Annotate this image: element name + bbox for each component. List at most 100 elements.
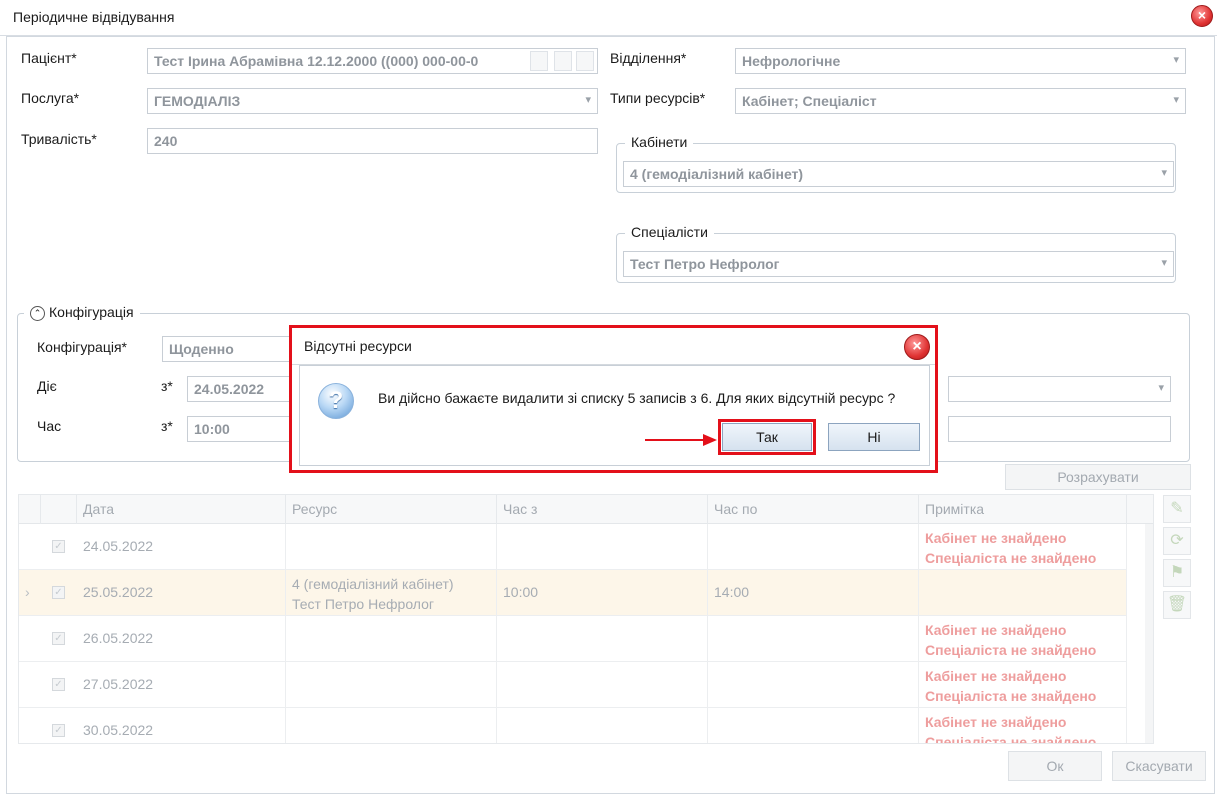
patient-new-icon[interactable] bbox=[576, 51, 594, 71]
grid-scrollbar[interactable] bbox=[1145, 524, 1153, 743]
grid-header-note[interactable]: Примітка bbox=[919, 495, 1127, 524]
row-note bbox=[919, 570, 1127, 616]
flag-icon[interactable]: ⚑ bbox=[1163, 559, 1191, 587]
pointer-arrow-icon bbox=[645, 434, 717, 446]
row-time-from bbox=[497, 616, 708, 662]
row-time-from: 10:00 bbox=[497, 570, 708, 616]
row-time-from bbox=[497, 708, 708, 743]
row-resource: 4 (гемодіалізний кабінет) Тест Петро Неф… bbox=[286, 570, 497, 616]
cabinets-value: 4 (гемодіалізний кабінет) bbox=[630, 166, 804, 182]
row-time-to bbox=[708, 662, 919, 708]
row-time-from bbox=[497, 662, 708, 708]
dialog-body: ? Ви дійсно бажаєте видалити зі списку 5… bbox=[299, 365, 930, 466]
specialists-field[interactable]: Тест Петро Нефролог bbox=[623, 251, 1174, 277]
table-row[interactable]: ✓ 30.05.2022 Кабінет не знайдено Спеціал… bbox=[19, 708, 1127, 744]
patient-card-icon[interactable] bbox=[530, 51, 548, 71]
date-from-value: 24.05.2022 bbox=[194, 381, 265, 397]
time-label: Час bbox=[37, 418, 62, 434]
ok-button[interactable]: Ок bbox=[1008, 751, 1102, 781]
table-row[interactable]: ✓ 27.05.2022 Кабінет не знайдено Спеціал… bbox=[19, 662, 1127, 708]
table-row-selected[interactable]: › ✓ 25.05.2022 4 (гемодіалізний кабінет)… bbox=[19, 570, 1127, 616]
config-legend[interactable]: ⌃ Конфігурація bbox=[24, 304, 140, 321]
specialists-value: Тест Петро Нефролог bbox=[630, 256, 780, 272]
specialists-legend: Спеціалісти bbox=[625, 224, 714, 240]
time-from-value: 10:00 bbox=[194, 421, 230, 437]
row-time-from bbox=[497, 524, 708, 570]
config-type-label: Конфігурація* bbox=[37, 339, 127, 355]
patient-edit-icon[interactable] bbox=[554, 51, 572, 71]
yes-button[interactable]: Так bbox=[722, 423, 812, 451]
duration-field[interactable]: 240 bbox=[147, 128, 598, 154]
row-note: Кабінет не знайдено Спеціаліста не знайд… bbox=[919, 708, 1127, 744]
note-specialist: Спеціаліста не знайдено bbox=[925, 550, 1097, 566]
row-resource bbox=[286, 616, 497, 662]
row-checkbox[interactable]: ✓ bbox=[52, 540, 65, 553]
note-cabinet: Кабінет не знайдено bbox=[925, 668, 1067, 684]
row-note: Кабінет не знайдено Спеціаліста не знайд… bbox=[919, 662, 1127, 708]
config-type-value: Щоденно bbox=[169, 341, 234, 357]
row-checkbox[interactable]: ✓ bbox=[52, 724, 65, 737]
row-resource bbox=[286, 708, 497, 743]
row-resource-specialist: Тест Петро Нефролог bbox=[292, 596, 435, 612]
date-from-field[interactable]: 24.05.2022 bbox=[187, 376, 302, 402]
time-from-label: з* bbox=[161, 418, 173, 434]
department-value: Нефрологічне bbox=[742, 53, 841, 69]
missing-resources-dialog: Відсутні ресурси × ? Ви дійсно бажаєте в… bbox=[289, 325, 938, 473]
row-resource-cabinet: 4 (гемодіалізний кабінет) bbox=[292, 576, 454, 592]
department-field[interactable]: Нефрологічне bbox=[735, 48, 1186, 74]
time-to-field[interactable] bbox=[948, 416, 1171, 442]
row-date: 30.05.2022 bbox=[77, 708, 286, 743]
note-specialist: Спеціаліста не знайдено bbox=[925, 734, 1097, 744]
table-row[interactable]: ✓ 26.05.2022 Кабінет не знайдено Спеціал… bbox=[19, 616, 1127, 662]
config-legend-label: Конфігурація bbox=[49, 304, 134, 320]
cancel-button[interactable]: Скасувати bbox=[1112, 751, 1206, 781]
row-checkbox[interactable]: ✓ bbox=[52, 586, 65, 599]
tools-icon[interactable]: ✎ bbox=[1163, 495, 1191, 523]
cabinets-legend: Кабінети bbox=[625, 134, 694, 150]
refresh-icon[interactable]: ⟳ bbox=[1163, 527, 1191, 555]
grid-header-resource[interactable]: Ресурс bbox=[286, 495, 497, 524]
collapse-icon[interactable]: ⌃ bbox=[30, 305, 45, 321]
row-note: Кабінет не знайдено Спеціаліста не знайд… bbox=[919, 616, 1127, 662]
dialog-close-icon[interactable]: × bbox=[904, 334, 930, 360]
grid-header-time-from[interactable]: Час з bbox=[497, 495, 708, 524]
department-label: Відділення* bbox=[610, 50, 687, 66]
table-row[interactable]: ✓ 24.05.2022 Кабінет не знайдено Спеціал… bbox=[19, 524, 1127, 570]
question-icon: ? bbox=[318, 383, 354, 419]
grid-header-time-to[interactable]: Час по bbox=[708, 495, 919, 524]
window-title: Періодичне відвідування bbox=[13, 9, 175, 25]
row-time-to bbox=[708, 708, 919, 743]
row-time-to bbox=[708, 616, 919, 662]
resource-types-field[interactable]: Кабінет; Спеціаліст bbox=[735, 88, 1186, 114]
date-to-field[interactable] bbox=[948, 376, 1171, 402]
trash-icon[interactable]: 🗑 bbox=[1163, 591, 1191, 619]
duration-label: Тривалість* bbox=[21, 131, 97, 147]
row-time-to bbox=[708, 524, 919, 570]
note-cabinet: Кабінет не знайдено bbox=[925, 530, 1067, 546]
cabinets-field[interactable]: 4 (гемодіалізний кабінет) bbox=[623, 161, 1174, 187]
resource-types-value: Кабінет; Спеціаліст bbox=[742, 93, 877, 109]
grid-header-date[interactable]: Дата bbox=[77, 495, 286, 524]
row-checkbox[interactable]: ✓ bbox=[52, 632, 65, 645]
window-close-icon[interactable]: × bbox=[1191, 5, 1213, 27]
row-date: 27.05.2022 bbox=[77, 662, 286, 708]
date-from-label: з* bbox=[161, 378, 173, 394]
note-specialist: Спеціаліста не знайдено bbox=[925, 688, 1097, 704]
grid-header-check bbox=[41, 495, 77, 524]
grid-header: Дата Ресурс Час з Час по Примітка bbox=[19, 495, 1153, 524]
row-date: 26.05.2022 bbox=[77, 616, 286, 662]
row-time-to: 14:00 bbox=[708, 570, 919, 616]
service-value: ГЕМОДІАЛІЗ bbox=[154, 93, 241, 109]
row-resource bbox=[286, 662, 497, 708]
patient-label: Пацієнт* bbox=[21, 50, 77, 66]
row-checkbox[interactable]: ✓ bbox=[52, 678, 65, 691]
service-field[interactable]: ГЕМОДІАЛІЗ bbox=[147, 88, 598, 114]
config-type-field[interactable]: Щоденно bbox=[162, 336, 302, 362]
note-cabinet: Кабінет не знайдено bbox=[925, 714, 1067, 730]
note-cabinet: Кабінет не знайдено bbox=[925, 622, 1067, 638]
time-from-field[interactable]: 10:00 bbox=[187, 416, 302, 442]
no-button[interactable]: Ні bbox=[828, 423, 920, 451]
calculate-button[interactable]: Розрахувати bbox=[1005, 464, 1191, 490]
specialists-group: Спеціалісти Тест Петро Нефролог bbox=[616, 224, 1176, 283]
dialog-message: Ви дійсно бажаєте видалити зі списку 5 з… bbox=[378, 390, 896, 406]
